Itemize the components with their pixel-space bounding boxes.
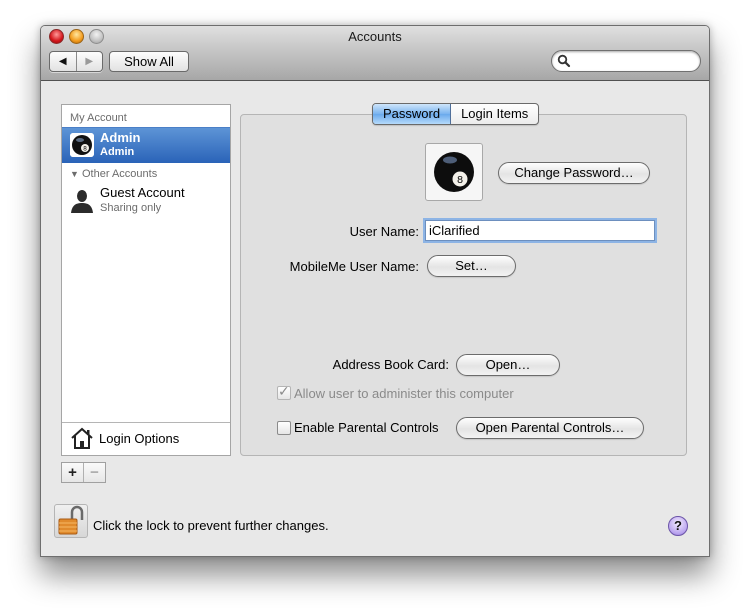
account-name: Admin xyxy=(100,130,141,145)
search-input[interactable] xyxy=(574,53,696,71)
login-options-item[interactable]: Login Options xyxy=(62,422,230,455)
parental-controls-checkbox[interactable] xyxy=(277,421,291,435)
account-row-admin[interactable]: 8 Admin Admin xyxy=(62,127,230,163)
help-button[interactable]: ? xyxy=(668,516,688,536)
accounts-list: My Account 8 Admin Admin ▼ Other Account… xyxy=(61,104,231,456)
my-account-header: My Account xyxy=(70,112,127,124)
unlocked-padlock-icon xyxy=(58,505,84,535)
address-book-card-label: Address Book Card: xyxy=(332,357,449,372)
tab-login-items[interactable]: Login Items xyxy=(451,104,538,124)
lock-status-text: Click the lock to prevent further change… xyxy=(93,518,329,533)
svg-text:8: 8 xyxy=(83,145,87,152)
open-parental-controls-button[interactable]: Open Parental Controls… xyxy=(456,417,644,439)
show-all-button[interactable]: Show All xyxy=(109,51,189,72)
back-arrow-icon: ◀ xyxy=(58,56,67,67)
mobileme-user-name-label: MobileMe User Name: xyxy=(289,259,419,274)
accounts-window: Accounts ◀ ▶ Show All My Account 8 Admin… xyxy=(40,25,710,557)
allow-admin-label: Allow user to administer this computer xyxy=(294,386,514,401)
account-row-guest[interactable]: Guest Account Sharing only xyxy=(62,185,230,219)
allow-admin-checkbox[interactable]: ✓ xyxy=(277,383,291,400)
back-button[interactable]: ◀ xyxy=(50,52,77,71)
window-title: Accounts xyxy=(348,29,402,44)
set-mobileme-button[interactable]: Set… xyxy=(427,255,516,277)
user-name-field[interactable] xyxy=(425,220,655,241)
add-account-button[interactable]: + xyxy=(62,463,84,482)
parental-controls-label: Enable Parental Controls xyxy=(294,420,439,435)
user-name-label: User Name: xyxy=(349,224,419,239)
question-mark-icon: ? xyxy=(674,518,682,533)
checkmark-icon: ✓ xyxy=(278,383,290,399)
other-accounts-label: Other Accounts xyxy=(81,168,158,180)
login-options-label: Login Options xyxy=(99,431,180,446)
remove-account-button[interactable]: − xyxy=(84,463,105,482)
user-picture[interactable]: 8 xyxy=(425,143,483,201)
eight-ball-icon: 8 xyxy=(434,152,474,192)
search-icon xyxy=(557,54,571,68)
search-field[interactable] xyxy=(551,50,701,72)
tab-bar: Password Login Items xyxy=(372,103,540,125)
open-address-book-button[interactable]: Open… xyxy=(456,354,560,376)
svg-text:8: 8 xyxy=(457,175,463,186)
forward-button[interactable]: ▶ xyxy=(77,52,103,71)
account-name: Guest Account xyxy=(100,185,185,200)
person-silhouette-icon xyxy=(71,190,93,213)
other-accounts-header[interactable]: ▼ Other Accounts xyxy=(70,168,157,180)
toolbar: Accounts ◀ ▶ Show All xyxy=(41,26,709,81)
add-remove-control: + − xyxy=(61,462,106,483)
forward-arrow-icon: ▶ xyxy=(85,56,94,67)
house-icon xyxy=(71,427,93,449)
disclosure-triangle-icon: ▼ xyxy=(70,169,79,179)
lock-button[interactable] xyxy=(54,504,88,538)
eight-ball-icon: 8 xyxy=(70,133,94,157)
tab-password[interactable]: Password xyxy=(373,104,452,124)
change-password-button[interactable]: Change Password… xyxy=(498,162,650,184)
account-role: Admin xyxy=(100,146,135,158)
back-forward-control: ◀ ▶ xyxy=(49,51,103,72)
account-role: Sharing only xyxy=(100,202,162,214)
